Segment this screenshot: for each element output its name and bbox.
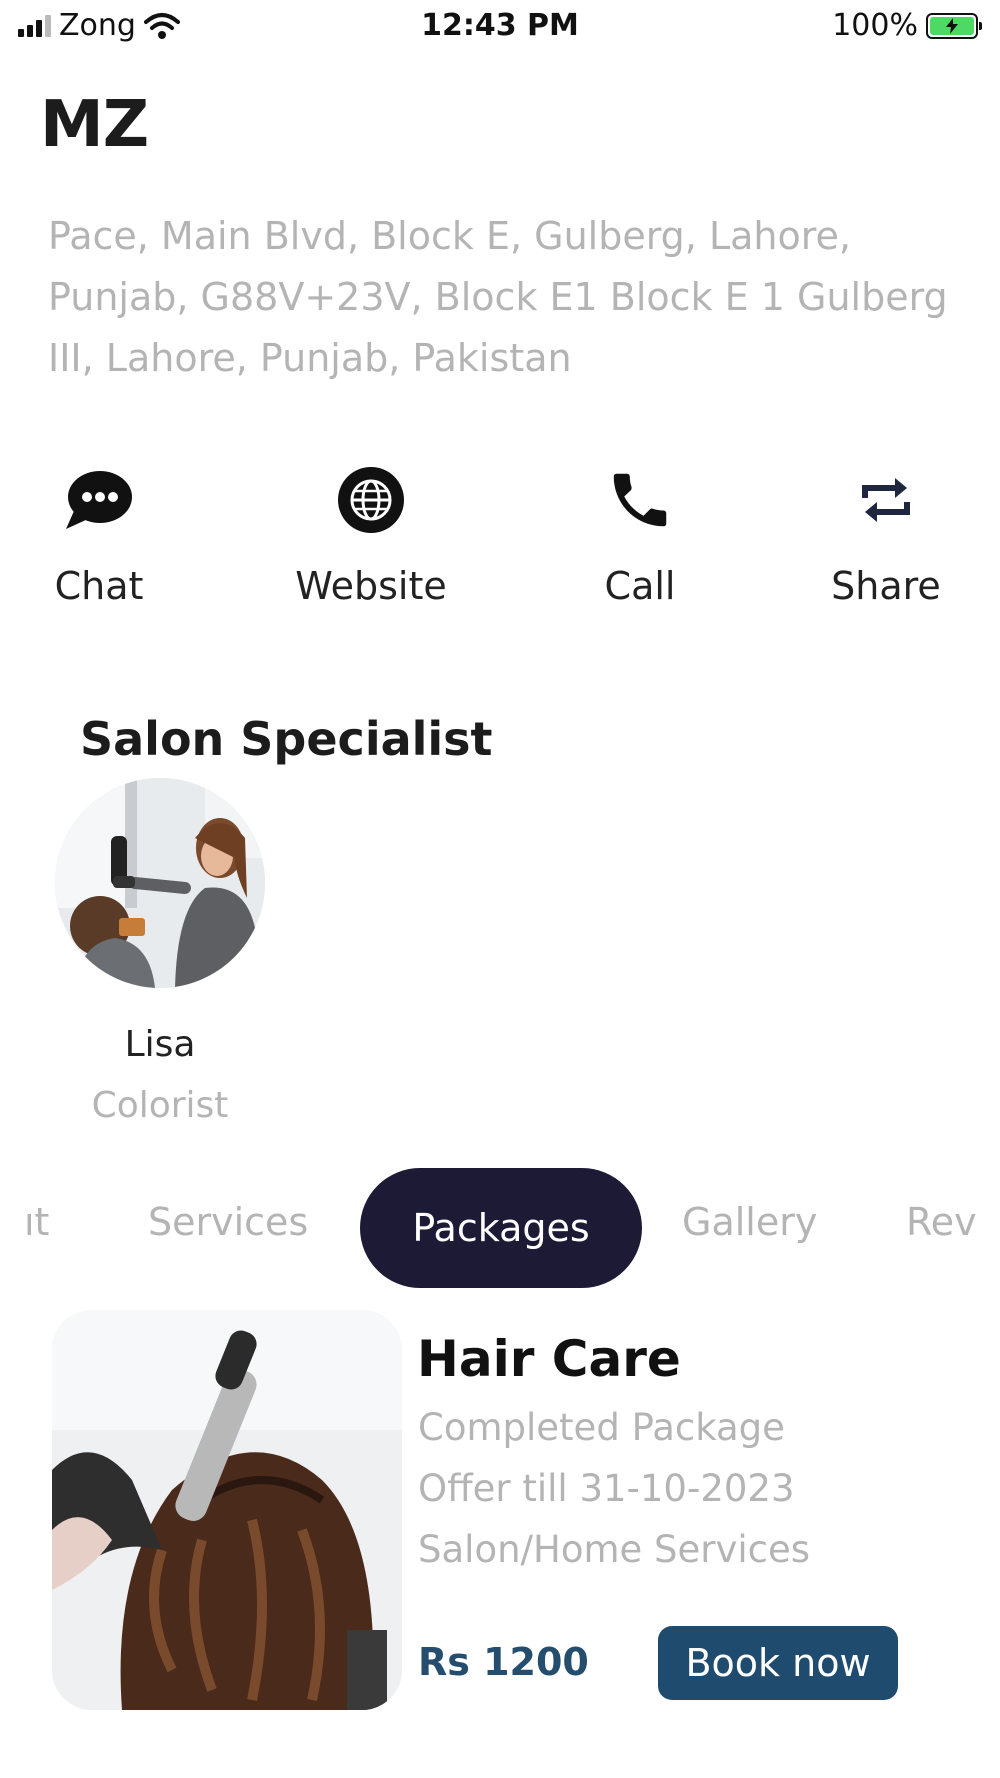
chat-label: Chat: [54, 564, 144, 608]
hair-curling-photo: [52, 1310, 402, 1710]
tab-gallery[interactable]: Gallery: [682, 1200, 817, 1244]
battery-percent: 100%: [832, 8, 918, 43]
share-action[interactable]: Share: [826, 460, 946, 608]
phone-icon: [613, 473, 667, 527]
action-row: Chat Website Call Share: [0, 460, 1000, 630]
specialist-avatar[interactable]: [55, 778, 265, 988]
call-action[interactable]: Call: [590, 460, 690, 608]
call-label: Call: [604, 564, 676, 608]
package-price: Rs 1200: [418, 1640, 589, 1684]
package-type: Completed Package: [418, 1406, 785, 1449]
package-title: Hair Care: [417, 1330, 681, 1388]
globe-icon: [338, 467, 404, 533]
website-action[interactable]: Website: [286, 460, 456, 608]
specialist-role: Colorist: [91, 1085, 229, 1126]
package-image[interactable]: [52, 1310, 402, 1710]
business-name: MZ: [40, 88, 149, 162]
chat-bubble-icon: [66, 471, 132, 529]
share-icon: [862, 478, 910, 522]
charging-bolt-icon: [946, 17, 958, 34]
chat-action[interactable]: Chat: [44, 460, 154, 608]
status-bar: Zong 12:43 PM 100%: [0, 0, 1000, 56]
website-label: Website: [295, 564, 447, 608]
share-label: Share: [831, 564, 941, 608]
tab-services[interactable]: Services: [148, 1200, 308, 1244]
package-service-type: Salon/Home Services: [418, 1528, 811, 1571]
tab-about[interactable]: ıt: [24, 1200, 49, 1244]
tab-reviews[interactable]: Rev: [906, 1200, 977, 1244]
business-address: Pace, Main Blvd, Block E, Gulberg, Lahor…: [48, 214, 948, 380]
book-now-button[interactable]: Book now: [658, 1626, 898, 1700]
battery-group: 100%: [832, 8, 982, 43]
tab-bar: ıt Services Packages Gallery Rev: [0, 1168, 1000, 1288]
package-offer-date: Offer till 31-10-2023: [418, 1467, 795, 1510]
specialist-name: Lisa: [124, 1024, 196, 1065]
battery-icon: [926, 12, 982, 39]
section-title-specialists: Salon Specialist: [80, 712, 493, 766]
stylist-photo: [55, 778, 265, 988]
tab-packages[interactable]: Packages: [360, 1168, 642, 1288]
